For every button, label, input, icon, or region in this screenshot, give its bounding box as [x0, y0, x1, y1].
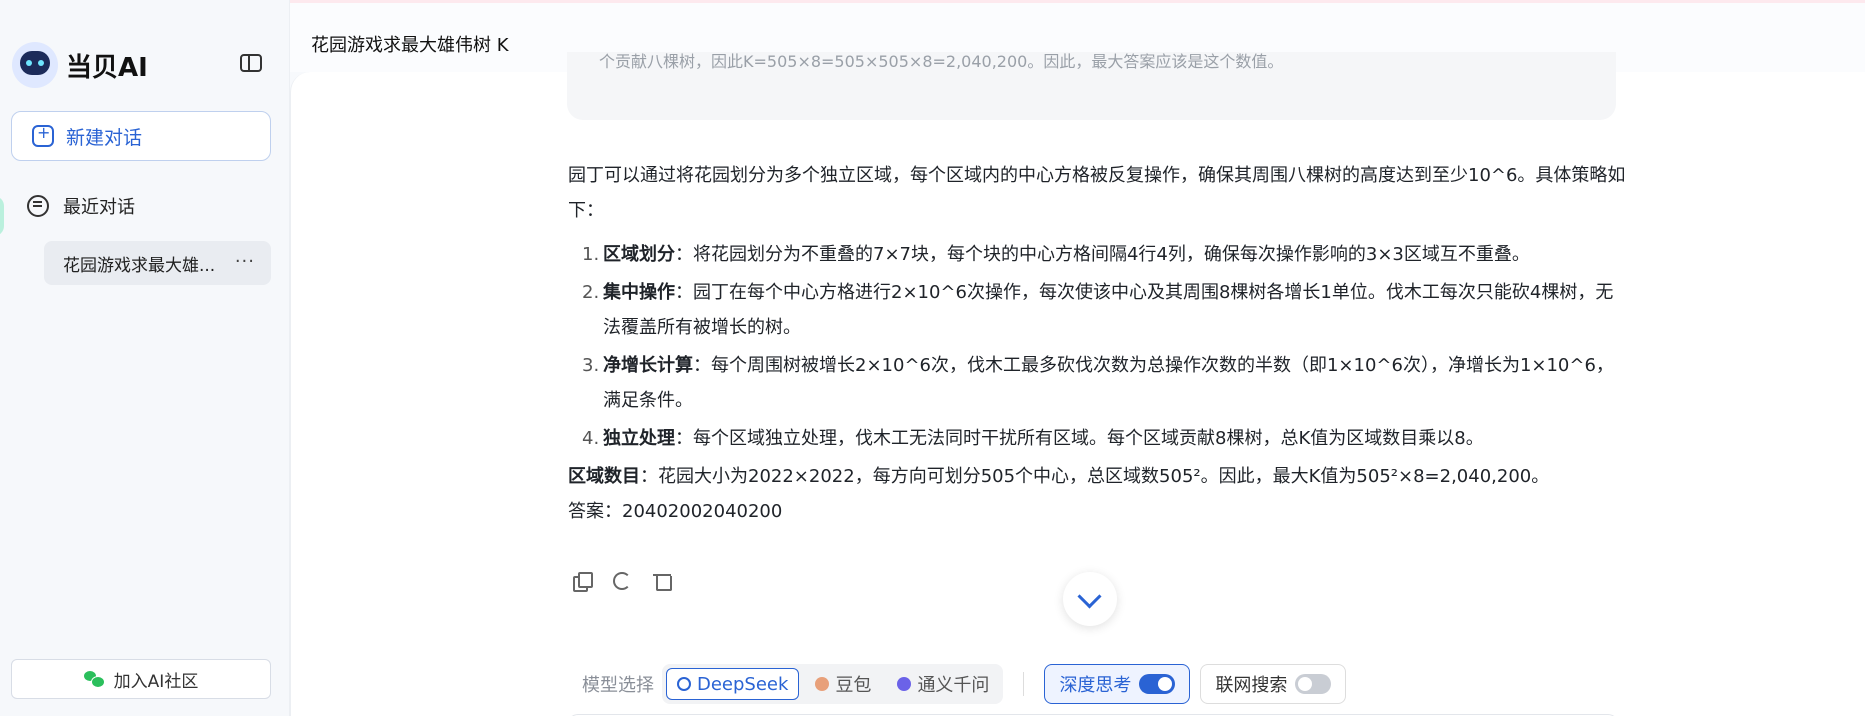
- answer-intro: 园丁可以通过将花园划分为多个独立区域，每个区域内的中心方格被反复操作，确保其周围…: [568, 165, 1626, 221]
- copy-icon[interactable]: [573, 572, 593, 592]
- regenerate-icon[interactable]: [613, 572, 631, 590]
- region-count-line: 区域数目：花园大小为2022×2022，每方向可划分505个中心，总区域数505…: [568, 466, 1550, 487]
- list-item: 1. 区域划分：将花园划分为不重叠的7×7块，每个块的中心方格间隔4行4列，确保每…: [582, 244, 1530, 265]
- list-item: 3. 净增长计算：每个周围树被增长2×10^6次，伐木工最多砍伐次数为总操作次数的…: [582, 355, 1614, 411]
- chat-main: 个贡献八棵树，因此K=505×8=505×505×8=2,040,200。因此，…: [290, 52, 1865, 716]
- more-options-icon[interactable]: ···: [235, 251, 255, 272]
- deep-think-toggle[interactable]: 深度思考: [1044, 664, 1191, 704]
- list-item: 4. 独立处理：每个区域独立处理，伐木工无法同时干扰所有区域。每个区域贡献8棵树，…: [582, 428, 1484, 449]
- edge-tab[interactable]: [0, 196, 4, 236]
- join-community-label: 加入AI社区: [113, 671, 199, 692]
- model-select-label: 模型选择: [582, 675, 654, 696]
- delete-icon[interactable]: [653, 572, 672, 591]
- chat-bubble-icon: [27, 195, 49, 217]
- deepseek-icon: [677, 677, 691, 691]
- model-selector-bar: 模型选择 DeepSeek 豆包 通义千问 深度思考 联网搜索: [582, 664, 1356, 704]
- message-actions: [573, 572, 672, 592]
- tongyi-icon: [897, 677, 912, 691]
- web-search-toggle[interactable]: 联网搜索: [1200, 664, 1347, 704]
- app-logo[interactable]: 当贝AI: [12, 42, 148, 88]
- new-chat-button[interactable]: 新建对话: [11, 111, 271, 161]
- app-name: 当贝AI: [66, 52, 148, 83]
- model-options: DeepSeek 豆包 通义千问: [662, 664, 1004, 704]
- final-answer-line: 答案：20402002040200: [568, 501, 783, 522]
- sidebar-chat-item[interactable]: 花园游戏求最大雄... ···: [44, 241, 271, 285]
- recent-chats-header: 最近对话: [27, 193, 135, 219]
- new-chat-label: 新建对话: [66, 126, 143, 149]
- divider: [1023, 672, 1025, 696]
- recent-chats-label: 最近对话: [63, 197, 135, 218]
- new-chat-icon: [32, 123, 54, 147]
- sidebar-collapse-icon[interactable]: [240, 54, 262, 72]
- model-option-deepseek[interactable]: DeepSeek: [666, 668, 800, 700]
- reasoning-block: 个贡献八棵树，因此K=505×8=505×505×8=2,040,200。因此，…: [567, 52, 1616, 120]
- doubao-icon: [815, 677, 830, 691]
- list-item: 2. 集中操作：园丁在每个中心方格进行2×10^6次操作，每次使该中心及其周围8棵…: [582, 282, 1614, 338]
- model-option-doubao[interactable]: 豆包: [805, 668, 881, 700]
- join-community-button[interactable]: 加入AI社区: [11, 659, 271, 699]
- chat-item-label: 花园游戏求最大雄...: [63, 255, 216, 276]
- web-search-switch[interactable]: [1295, 674, 1332, 694]
- model-option-tongyi[interactable]: 通义千问: [887, 668, 999, 700]
- scroll-to-bottom-button[interactable]: [1063, 572, 1117, 626]
- wechat-icon: [83, 671, 105, 688]
- reasoning-text: 个贡献八棵树，因此K=505×8=505×505×8=2,040,200。因此，…: [599, 52, 1284, 71]
- robot-logo-icon: [12, 42, 58, 88]
- page-title: 花园游戏求最大雄伟树 K: [311, 35, 509, 56]
- deep-think-switch[interactable]: [1139, 674, 1176, 694]
- sidebar: 当贝AI 新建对话 最近对话 花园游戏求最大雄... ··· 加入AI社区: [0, 0, 290, 716]
- strategy-list: 1. 区域划分：将花园划分为不重叠的7×7块，每个块的中心方格间隔4行4列，确保每…: [568, 237, 1628, 456]
- assistant-answer: 园丁可以通过将花园划分为多个独立区域，每个区域内的中心方格被反复操作，确保其周围…: [568, 158, 1628, 529]
